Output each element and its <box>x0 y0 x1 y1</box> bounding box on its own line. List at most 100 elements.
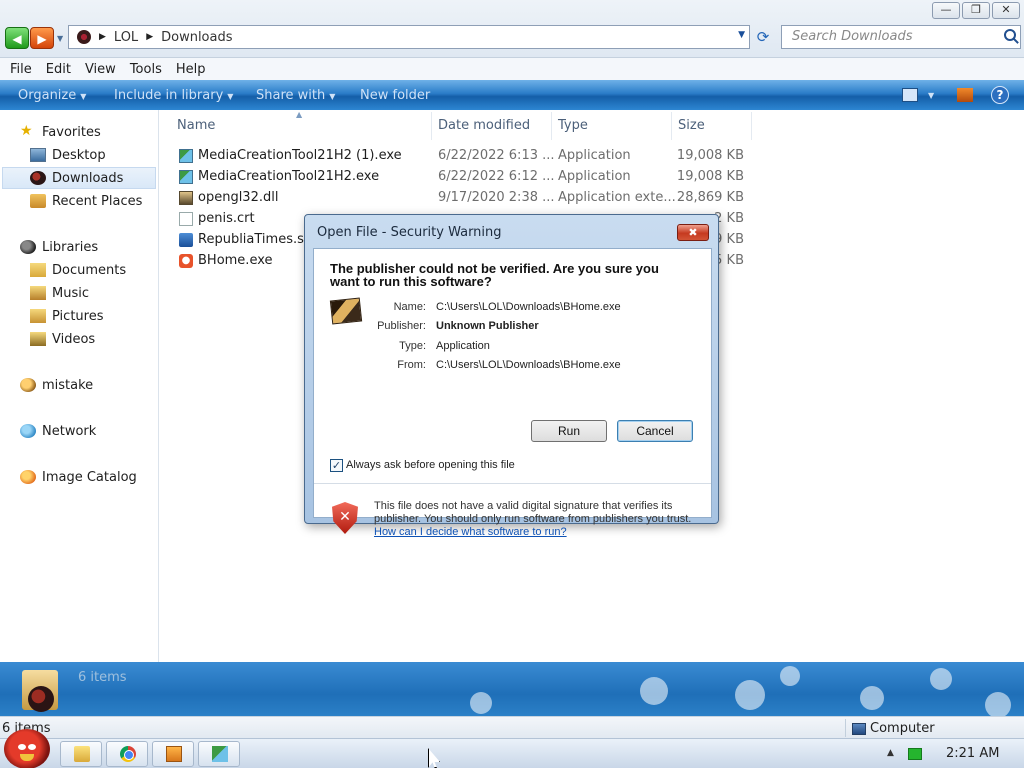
nav-network[interactable]: Network <box>20 420 96 442</box>
user-icon <box>20 378 36 392</box>
nav-downloads[interactable]: Downloads <box>2 167 156 189</box>
nav-desktop[interactable]: Desktop <box>30 144 106 166</box>
taskbar: ▲ 2:21 AM <box>0 729 1024 768</box>
nav-music-label: Music <box>52 285 89 301</box>
title-bar: — ❐ ✕ ◀ ▶ ▼ ▶ LOL ▶ Downloads ▼ ⟳ Search… <box>0 0 1024 58</box>
column-header-name[interactable]: Name <box>177 118 215 133</box>
nav-recent-places[interactable]: Recent Places <box>30 190 142 212</box>
status-location-label: Computer <box>870 721 935 736</box>
nav-pictures[interactable]: Pictures <box>30 305 103 327</box>
organize-button[interactable]: Organize ▼ <box>18 88 86 103</box>
column-divider[interactable] <box>671 112 672 140</box>
menu-help[interactable]: Help <box>176 62 206 77</box>
file-size: 19,008 KB <box>676 148 744 163</box>
menu-view[interactable]: View <box>85 62 116 77</box>
nav-favorites[interactable]: ★ Favorites <box>20 121 101 143</box>
taskbar-explorer[interactable] <box>60 741 102 767</box>
file-name: MediaCreationTool21H2.exe <box>198 169 380 184</box>
setup-icon <box>212 746 228 762</box>
flash-icon <box>179 232 193 247</box>
name-value: C:\Users\LOL\Downloads\BHome.exe <box>436 301 621 313</box>
dialog-title: Open File - Security Warning <box>317 225 502 240</box>
folder-icon <box>74 746 90 762</box>
search-icon[interactable] <box>1004 29 1016 41</box>
menu-bar: File Edit View Tools Help <box>0 58 1024 80</box>
chevron-right-icon[interactable]: ▶ <box>146 32 153 42</box>
breadcrumb-lol[interactable]: LOL <box>114 30 138 45</box>
restore-button[interactable]: ❐ <box>962 2 990 19</box>
publisher-label: Publisher: <box>377 320 426 332</box>
recent-pages-dropdown[interactable]: ▼ <box>57 34 63 43</box>
nav-videos[interactable]: Videos <box>30 328 95 350</box>
minimize-button[interactable]: — <box>932 2 960 19</box>
back-button[interactable]: ◀ <box>5 27 29 49</box>
column-header-type[interactable]: Type <box>558 118 588 133</box>
file-date: 6/22/2022 6:13 ... <box>438 148 555 163</box>
new-folder-button[interactable]: New folder <box>360 88 430 103</box>
taskbar-setup[interactable] <box>198 741 240 767</box>
column-divider[interactable] <box>751 112 752 140</box>
share-with-button[interactable]: Share with ▼ <box>256 88 335 103</box>
start-button[interactable] <box>4 729 50 768</box>
close-button[interactable]: ✕ <box>992 2 1020 19</box>
menu-edit[interactable]: Edit <box>46 62 71 77</box>
taskbar-chrome[interactable] <box>106 741 148 767</box>
show-hidden-icons[interactable]: ▲ <box>887 748 894 758</box>
chevron-down-icon: ▼ <box>227 92 234 101</box>
nav-music[interactable]: Music <box>30 282 89 304</box>
refresh-icon[interactable]: ⟳ <box>753 27 773 47</box>
taskbar-document[interactable] <box>152 741 194 767</box>
nav-documents[interactable]: Documents <box>30 259 126 281</box>
column-header-date-modified[interactable]: Date modified <box>438 118 530 133</box>
nav-downloads-label: Downloads <box>52 170 124 186</box>
details-item-count: 6 items <box>78 670 127 685</box>
file-row[interactable]: MediaCreationTool21H2.exe 6/22/2022 6:12… <box>176 166 776 187</box>
dialog-close-button[interactable]: ✖ <box>677 224 709 241</box>
view-options-icon[interactable] <box>902 88 918 102</box>
file-date: 6/22/2022 6:12 ... <box>438 169 555 184</box>
recent-places-icon <box>30 194 46 208</box>
file-row[interactable]: MediaCreationTool21H2 (1).exe 6/22/2022 … <box>176 145 776 166</box>
always-ask-label[interactable]: Always ask before opening this file <box>346 459 515 471</box>
menu-file[interactable]: File <box>10 62 32 77</box>
bug-icon <box>28 686 54 712</box>
address-dropdown-icon[interactable]: ▼ <box>738 30 745 40</box>
column-header-size[interactable]: Size <box>678 118 705 133</box>
always-ask-checkbox[interactable]: ✓ <box>330 459 343 472</box>
command-bar: Organize ▼ Include in library ▼ Share with… <box>0 80 1024 110</box>
chevron-down-icon: ▼ <box>329 92 336 101</box>
help-icon[interactable]: ? <box>991 86 1009 104</box>
nav-mistake[interactable]: mistake <box>20 374 93 396</box>
address-bar[interactable]: ▶ LOL ▶ Downloads ▼ <box>68 25 750 49</box>
file-row[interactable]: opengl32.dll 9/17/2020 2:38 ... Applicat… <box>176 187 776 208</box>
help-link[interactable]: How can I decide what software to run? <box>374 526 567 538</box>
file-name: opengl32.dll <box>198 190 279 205</box>
search-input[interactable]: Search Downloads <box>781 25 1021 49</box>
from-label: From: <box>397 359 426 371</box>
clock[interactable]: 2:21 AM <box>946 746 999 761</box>
run-button[interactable]: Run <box>531 420 607 442</box>
nav-image-catalog[interactable]: Image Catalog <box>20 466 137 488</box>
menu-tools[interactable]: Tools <box>130 62 162 77</box>
include-in-library-button[interactable]: Include in library ▼ <box>114 88 233 103</box>
nav-libraries[interactable]: Libraries <box>20 236 98 258</box>
forward-button[interactable]: ▶ <box>30 27 54 49</box>
window-controls: — ❐ ✕ <box>932 2 1020 19</box>
music-icon <box>30 286 46 300</box>
from-value: C:\Users\LOL\Downloads\BHome.exe <box>436 359 621 371</box>
chevron-right-icon[interactable]: ▶ <box>99 32 106 42</box>
column-divider[interactable] <box>551 112 552 140</box>
decor-bubble <box>470 692 492 714</box>
search-placeholder: Search Downloads <box>792 29 913 44</box>
column-divider[interactable] <box>431 112 432 140</box>
nav-image-catalog-label: Image Catalog <box>42 469 137 485</box>
cancel-button[interactable]: Cancel <box>617 420 693 442</box>
preview-pane-icon[interactable] <box>957 88 973 102</box>
breadcrumb-downloads[interactable]: Downloads <box>161 30 232 45</box>
chevron-down-icon[interactable]: ▼ <box>928 91 934 100</box>
file-name: penis.crt <box>198 211 255 226</box>
type-label: Type: <box>399 340 426 352</box>
nav-desktop-label: Desktop <box>52 147 106 163</box>
sort-ascending-icon: ▲ <box>296 110 303 119</box>
network-status-icon[interactable] <box>908 748 922 760</box>
